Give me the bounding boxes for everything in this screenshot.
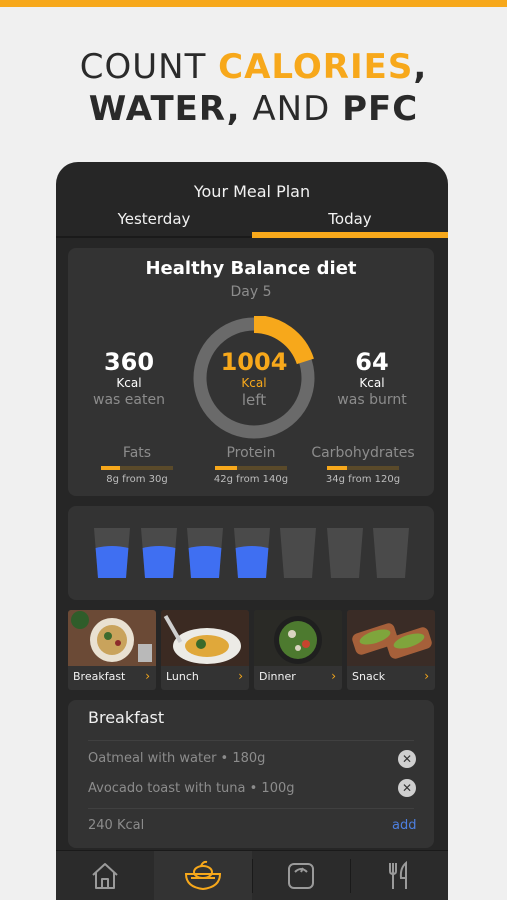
glass-water-fill (95, 546, 129, 578)
left-label: left (241, 391, 267, 409)
left-unit: Kcal (241, 376, 267, 390)
burnt-stat: 64 Kcal was burnt (322, 348, 422, 410)
breakfast-total-kcal: 240 Kcal (88, 818, 145, 833)
breakfast-title: Breakfast (88, 708, 165, 727)
headline-water: WATER, (88, 89, 241, 129)
lunch-photo (161, 610, 249, 666)
burnt-value: 64 (355, 348, 389, 376)
glass-water-fill (235, 546, 268, 578)
divider (88, 808, 414, 809)
chevron-right-icon: › (145, 669, 150, 683)
macro-bar-fill (101, 466, 121, 470)
nav-home[interactable] (56, 851, 154, 900)
snack-photo (347, 610, 435, 666)
macro-protein: Protein 42g from 140g (196, 444, 306, 487)
water-glass[interactable] (326, 528, 363, 578)
water-glass[interactable] (373, 528, 409, 578)
headline-count: COUNT (79, 47, 219, 87)
macro-name: Fats (122, 445, 152, 461)
headline-comma: , (413, 47, 428, 87)
home-icon (92, 863, 118, 889)
close-icon[interactable]: ✕ (398, 750, 416, 768)
food-item[interactable]: Avocado toast with tuna • 100g (88, 781, 295, 796)
water-tracker-card (68, 506, 434, 600)
burnt-unit: Kcal (359, 376, 385, 390)
water-glass[interactable] (233, 528, 270, 578)
macro-bar-fill (327, 466, 348, 470)
promo-headline: COUNT CALORIES, WATER, AND PFC (0, 46, 507, 130)
macro-bar (327, 466, 399, 470)
macro-name: Protein (226, 445, 276, 461)
glass-water-fill (188, 546, 222, 578)
breakfast-log-card: Breakfast Oatmeal with water • 180g ✕ Av… (68, 700, 434, 848)
chevron-right-icon: › (424, 669, 429, 683)
meal-label: Lunch (166, 670, 199, 683)
nav-weight[interactable] (252, 851, 350, 900)
headline-calories: CALORIES (218, 47, 414, 87)
macro-fats: Fats 8g from 30g (82, 444, 192, 487)
eaten-label: was eaten (93, 392, 165, 408)
water-glass[interactable] (94, 528, 130, 578)
tab-today[interactable]: Today (252, 210, 448, 228)
eaten-value: 360 (103, 348, 155, 376)
left-stat: 1004 Kcal left (192, 348, 316, 410)
phone-screen: Your Meal Plan Yesterday Today Healthy B… (56, 162, 448, 900)
macro-name: Carbohydrates (311, 445, 415, 461)
macro-carbohydrates: Carbohydrates 34g from 120g (308, 444, 418, 487)
macro-bar (101, 466, 173, 470)
macro-amount: 8g from 30g (106, 474, 168, 485)
bottom-navigation (56, 850, 448, 900)
divider (88, 740, 414, 741)
left-value: 1004 (220, 348, 288, 376)
meal-card-lunch[interactable]: Lunch › (161, 610, 249, 690)
meal-label: Snack (352, 670, 386, 683)
water-glass[interactable] (140, 528, 177, 578)
chevron-right-icon: › (331, 669, 336, 683)
top-accent-bar (0, 0, 507, 7)
glass-body (280, 528, 316, 578)
tab-selected-indicator (252, 232, 448, 238)
food-item[interactable]: Oatmeal with water • 180g (88, 751, 265, 766)
meal-label: Breakfast (73, 670, 126, 683)
scale-icon (288, 863, 314, 889)
water-glass[interactable] (280, 528, 316, 578)
glass-body (373, 528, 409, 578)
diet-name: Healthy Balance diet (145, 258, 357, 279)
dinner-photo (254, 610, 342, 666)
diet-summary-card: Healthy Balance diet Day 5 360 Kcal was … (68, 248, 434, 496)
glass-water-fill (142, 546, 175, 578)
meal-label: Dinner (259, 670, 296, 683)
meal-card-dinner[interactable]: Dinner › (254, 610, 342, 690)
eaten-stat: 360 Kcal was eaten (79, 348, 179, 410)
glass-body (326, 528, 363, 578)
water-glass[interactable] (187, 528, 223, 578)
tab-yesterday[interactable]: Yesterday (56, 210, 252, 228)
chevron-right-icon: › (238, 669, 243, 683)
close-icon[interactable]: ✕ (398, 779, 416, 797)
macro-bar (215, 466, 287, 470)
diet-day: Day 5 (230, 284, 272, 300)
meal-categories: Breakfast › Lunch › Dinner › Snack › (68, 610, 436, 690)
add-food-link[interactable]: add (392, 818, 416, 833)
meal-plan-icon (184, 860, 222, 891)
screen-title: Your Meal Plan (193, 182, 311, 201)
headline-pfc: PFC (342, 89, 419, 129)
nav-recipes[interactable] (350, 851, 448, 900)
macro-amount: 42g from 140g (213, 474, 289, 485)
headline-and: AND (240, 89, 343, 129)
meal-card-snack[interactable]: Snack › (347, 610, 435, 690)
eaten-unit: Kcal (116, 376, 142, 390)
macro-amount: 34g from 120g (325, 474, 401, 485)
burnt-label: was burnt (337, 392, 407, 408)
breakfast-photo (68, 610, 156, 666)
fork-knife-icon (389, 860, 407, 889)
meal-card-breakfast[interactable]: Breakfast › (68, 610, 156, 690)
nav-meal-plan[interactable] (154, 851, 252, 900)
macro-bar-fill (215, 466, 237, 470)
